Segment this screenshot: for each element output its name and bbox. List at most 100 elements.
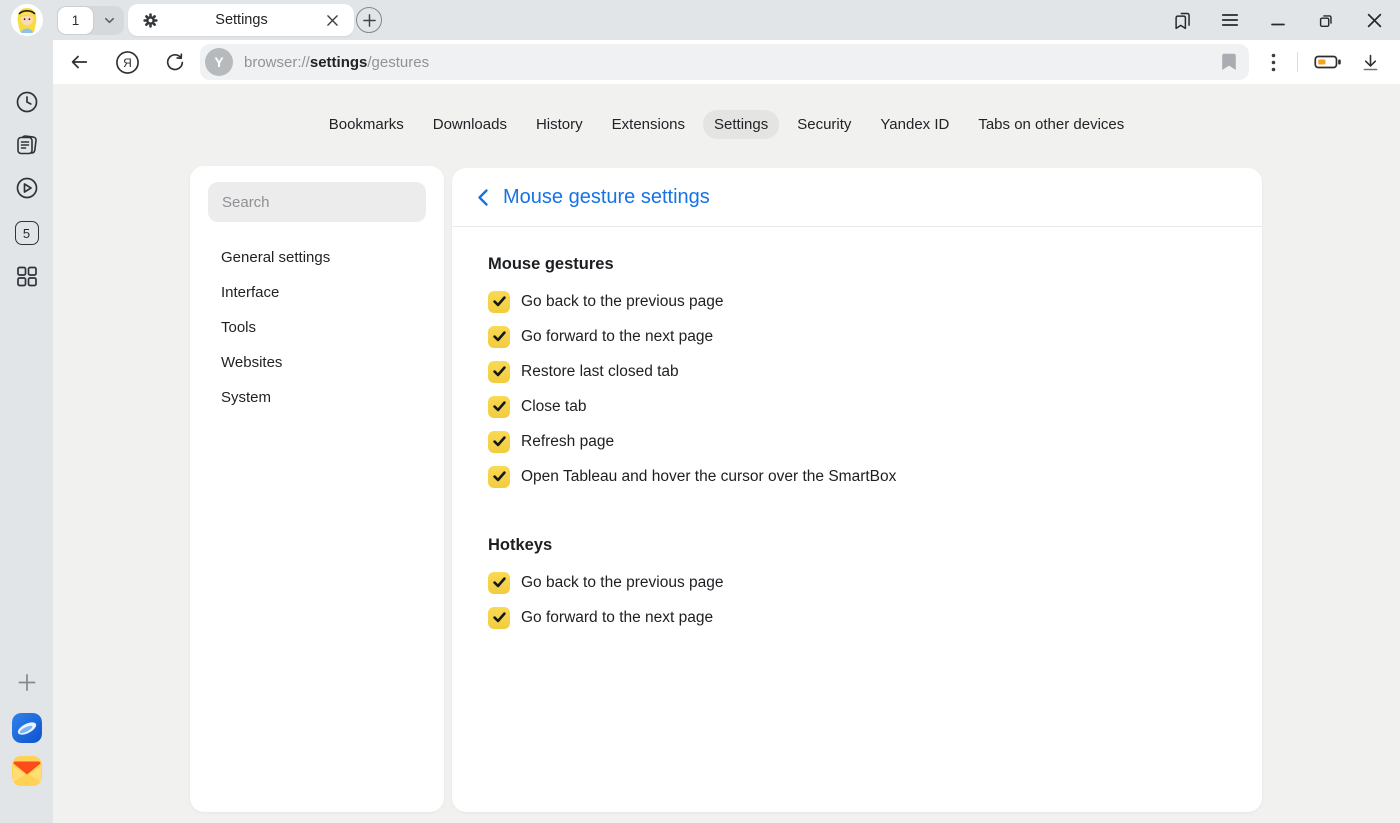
- url-path: /gestures: [367, 54, 429, 71]
- settings-category-item[interactable]: Tools: [190, 310, 444, 345]
- browser-toolbar: Я Y browser://settings/gestures: [53, 40, 1400, 84]
- yandex-mail-app-icon[interactable]: [12, 756, 42, 786]
- checkmark-icon: [493, 366, 506, 377]
- checkbox-row[interactable]: Close tab: [488, 389, 1222, 424]
- profile-avatar[interactable]: [11, 4, 43, 36]
- address-bar[interactable]: Y browser://settings/gestures: [200, 44, 1249, 80]
- gesture-settings-header: Mouse gesture settings: [452, 168, 1262, 227]
- new-tab-button[interactable]: [356, 7, 382, 33]
- yandex-browser-app-icon[interactable]: [12, 713, 42, 743]
- browser-window: 1 Settings: [0, 0, 1400, 823]
- battery-saver-button[interactable]: [1314, 48, 1342, 76]
- checkbox-label: Refresh page: [521, 433, 614, 451]
- left-sidebar-rail: 5: [0, 40, 53, 823]
- toolbar-divider: [1297, 52, 1298, 72]
- settings-nav-tab[interactable]: Yandex ID: [869, 110, 960, 139]
- checkbox-label: Go back to the previous page: [521, 574, 724, 592]
- toolbar-more-menu-button[interactable]: [1259, 48, 1287, 76]
- bookmark-page-icon[interactable]: [1221, 53, 1237, 71]
- window-controls: [1158, 0, 1398, 40]
- settings-sidebar-card: General settings Interface Tools Website…: [190, 166, 444, 812]
- settings-category-item[interactable]: Websites: [190, 345, 444, 380]
- settings-category-item[interactable]: Interface: [190, 275, 444, 310]
- checkbox-checked[interactable]: [488, 431, 510, 453]
- checkbox-row[interactable]: Open Tableau and hover the cursor over t…: [488, 459, 1222, 494]
- checkbox-checked[interactable]: [488, 396, 510, 418]
- checkbox-row[interactable]: Go back to the previous page: [488, 284, 1222, 319]
- checkmark-icon: [493, 471, 506, 482]
- settings-nav-tab[interactable]: Bookmarks: [318, 110, 415, 139]
- active-tab[interactable]: Settings: [128, 4, 354, 36]
- checkbox-checked[interactable]: [488, 466, 510, 488]
- checkbox-label: Close tab: [521, 398, 586, 416]
- checkbox-checked[interactable]: [488, 326, 510, 348]
- tab-count[interactable]: 1: [57, 6, 94, 35]
- plus-icon: [363, 14, 376, 27]
- checkbox-label: Restore last closed tab: [521, 363, 679, 381]
- checkbox-row[interactable]: Restore last closed tab: [488, 354, 1222, 389]
- checkbox-label: Go back to the previous page: [521, 293, 724, 311]
- checkbox-checked[interactable]: [488, 361, 510, 383]
- browser-menu-button[interactable]: [1206, 0, 1254, 40]
- avatar-girl-illustration: [11, 4, 43, 36]
- url-prefix: browser://: [244, 54, 310, 71]
- checkmark-icon: [493, 296, 506, 307]
- services-grid-icon[interactable]: [14, 264, 39, 289]
- mouse-gestures-list: Go back to the previous page Go forward …: [488, 284, 1222, 494]
- site-favicon-yandex: Y: [205, 48, 233, 76]
- gesture-settings-card: Mouse gesture settings Mouse gestures Go…: [452, 168, 1262, 812]
- back-chevron-icon[interactable]: [473, 184, 493, 211]
- checkbox-row[interactable]: Refresh page: [488, 424, 1222, 459]
- checkmark-icon: [493, 401, 506, 412]
- video-play-icon[interactable]: [14, 175, 40, 201]
- settings-category-item[interactable]: General settings: [190, 240, 444, 275]
- svg-text:Я: Я: [123, 55, 132, 69]
- gesture-settings-body: Mouse gestures Go back to the previous p…: [452, 255, 1262, 635]
- settings-nav-tabs: Bookmarks Downloads History Extensions S…: [53, 110, 1400, 139]
- minimize-button[interactable]: [1254, 0, 1302, 40]
- chevron-down-icon[interactable]: [94, 14, 124, 27]
- tab-title: Settings: [159, 12, 324, 28]
- yandex-home-button[interactable]: Я: [113, 48, 141, 76]
- checkbox-checked[interactable]: [488, 572, 510, 594]
- page-title: Mouse gesture settings: [503, 186, 710, 209]
- checkbox-row[interactable]: Go forward to the next page: [488, 600, 1222, 635]
- settings-nav-tab[interactable]: Extensions: [601, 110, 696, 139]
- tab-close-icon[interactable]: [324, 12, 341, 29]
- feed-icon[interactable]: [13, 132, 40, 159]
- settings-nav-tab[interactable]: History: [525, 110, 594, 139]
- tab-count-badge[interactable]: 5: [15, 221, 39, 245]
- settings-nav-tab[interactable]: Security: [786, 110, 862, 139]
- url-domain: settings: [310, 54, 368, 71]
- add-panel-icon[interactable]: [17, 673, 36, 692]
- downloads-button[interactable]: [1356, 48, 1384, 76]
- gear-icon: [142, 12, 159, 29]
- restore-window-button[interactable]: [1302, 0, 1350, 40]
- settings-category-item[interactable]: System: [190, 380, 444, 415]
- checkmark-icon: [493, 577, 506, 588]
- section-heading-hotkeys: Hotkeys: [488, 536, 1222, 555]
- checkmark-icon: [493, 331, 506, 342]
- url-text[interactable]: browser://settings/gestures: [244, 54, 429, 71]
- side-panel-bookmarks-button[interactable]: [1158, 0, 1206, 40]
- tab-count-badge-number: 5: [23, 226, 30, 241]
- tab-counter-control[interactable]: 1: [57, 6, 124, 35]
- tab-strip: 1 Settings: [0, 0, 1400, 40]
- settings-nav-tab[interactable]: Settings: [703, 110, 779, 139]
- history-clock-icon[interactable]: [14, 89, 40, 115]
- hotkeys-list: Go back to the previous page Go forward …: [488, 565, 1222, 635]
- back-button[interactable]: [65, 48, 93, 76]
- checkbox-row[interactable]: Go forward to the next page: [488, 319, 1222, 354]
- checkbox-label: Open Tableau and hover the cursor over t…: [521, 468, 896, 486]
- settings-category-list: General settings Interface Tools Website…: [190, 240, 444, 415]
- close-window-button[interactable]: [1350, 0, 1398, 40]
- settings-search-input[interactable]: [208, 182, 426, 222]
- refresh-button[interactable]: [161, 48, 189, 76]
- checkbox-checked[interactable]: [488, 291, 510, 313]
- section-heading-mouse-gestures: Mouse gestures: [488, 255, 1222, 274]
- checkmark-icon: [493, 612, 506, 623]
- checkbox-row[interactable]: Go back to the previous page: [488, 565, 1222, 600]
- settings-nav-tab[interactable]: Downloads: [422, 110, 518, 139]
- settings-nav-tab[interactable]: Tabs on other devices: [967, 110, 1135, 139]
- checkbox-checked[interactable]: [488, 607, 510, 629]
